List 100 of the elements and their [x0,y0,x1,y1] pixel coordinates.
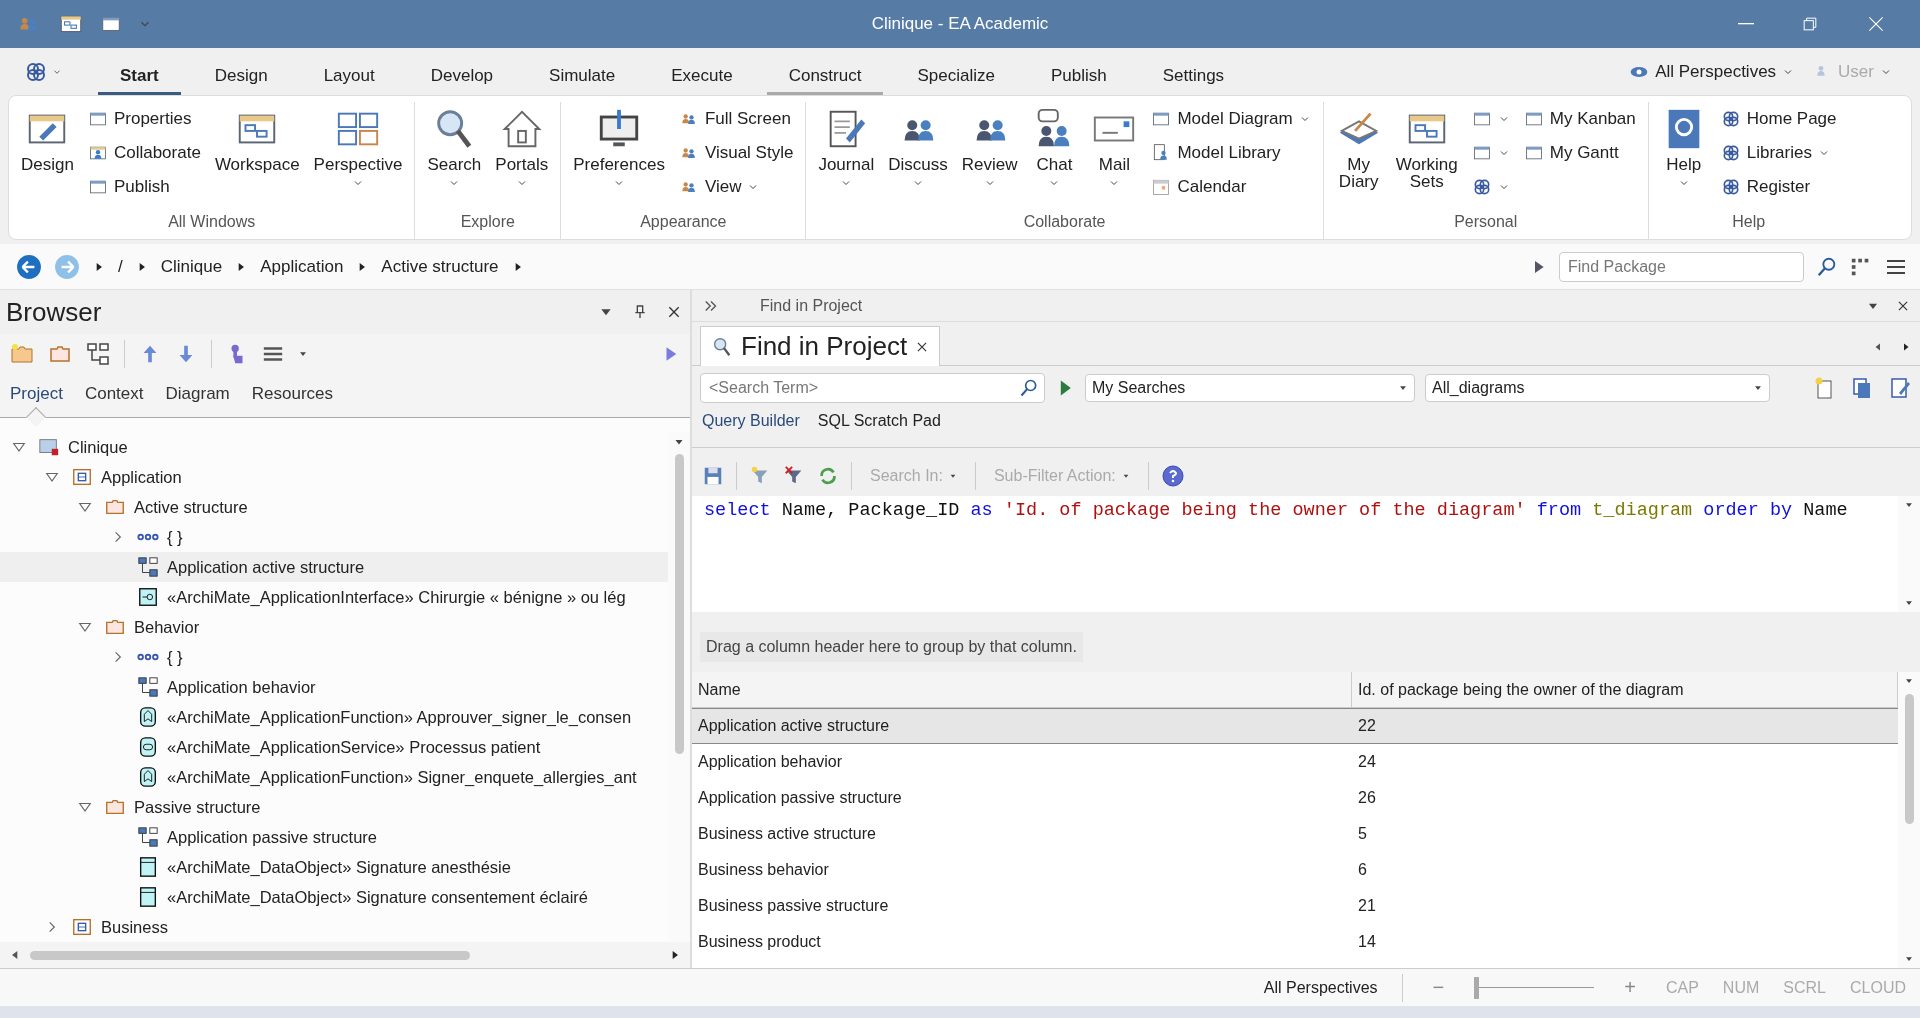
column-header[interactable]: Id. of package being the owner of the diagram [1352,672,1898,708]
ribbon-button[interactable]: Home Page [1716,104,1841,134]
group-label: Personal [1453,213,1519,232]
group-label: Help [1731,213,1767,232]
searches-dropdown[interactable]: My Searches [1085,374,1415,402]
tree-item-label: «ArchiMate_DataObject» Signature consentement éclairé [167,887,588,907]
query-dropdown[interactable]: All_diagrams [1425,374,1770,402]
tree-item-label: «ArchiMate_ApplicationInterface» Chirurgie « bénigne » ou lég [167,587,626,607]
ribbon-button[interactable]: Full Screen [674,104,798,134]
ribbon-button[interactable]: Calendar [1147,172,1315,202]
ribbon-tab[interactable]: Simulate [527,56,638,95]
ribbon-button[interactable]: Workspace [210,102,304,213]
browser-tab[interactable]: Diagram [165,378,230,410]
tree-item-label: «ArchiMate_ApplicationService» Processus patient [167,737,541,757]
tree-item-label: Application passive structure [167,827,378,847]
tree-row[interactable]: Application [0,462,668,492]
group-label: All Windows [167,213,257,232]
tree-item-label: { } [167,527,183,547]
tree-row[interactable]: Active structure [0,492,668,522]
tree-row[interactable]: «ArchiMate_ApplicationService» Processus patient [0,732,668,762]
tree-row[interactable]: { } [0,522,668,552]
table-cell-text: Business product [697,932,822,952]
document-tab[interactable]: Find in Project [700,326,941,366]
tab-title: Find in Project [741,331,908,362]
ribbon-button[interactable]: Libraries [1716,138,1841,168]
ribbon-button[interactable]: Search [423,102,486,213]
ribbon-button[interactable]: Publish [83,172,205,202]
ribbon-button[interactable]: Perspective [309,102,407,213]
search-field[interactable]: <Search Term> [700,373,1045,403]
tree-row[interactable]: Clinique [0,432,668,462]
ribbon-button[interactable]: Working Sets [1391,102,1462,213]
ribbon-button[interactable]: Collaborate [83,138,205,168]
ribbon-tab[interactable]: Design [192,56,290,95]
table-cell-text: 26 [1357,788,1377,808]
tree-row[interactable]: «ArchiMate_DataObject» Signature consentement éclairé [0,882,668,912]
tree-item-label: Behavior [134,617,200,637]
table-cell-text: 5 [1357,824,1368,844]
table-cell-text: Business behavior [697,860,830,880]
tree-row[interactable]: «ArchiMate_ApplicationInterface» Chirurgie « bénigne » ou lég [0,582,668,612]
ribbon-button[interactable]: Chat [1027,102,1082,213]
tree-row[interactable]: Application passive structure [0,822,668,852]
ribbon-button[interactable]: Portals [491,102,553,213]
table-cell: 22 [1352,708,1898,744]
ribbon-button[interactable]: My Gantt [1519,138,1640,168]
ribbon-tab[interactable]: Construct [766,56,884,95]
ribbon-button[interactable]: Mail [1087,102,1142,213]
browser-tab[interactable]: Context [84,378,144,410]
tree-item-label: Clinique [68,437,128,457]
tree-row[interactable]: { } [0,642,668,672]
query-tab[interactable]: Query Builder [702,406,800,436]
ribbon-button[interactable]: Properties [83,104,205,134]
ribbon-tab[interactable]: Settings [1140,56,1247,95]
query-tab[interactable]: SQL Scratch Pad [817,406,941,436]
ribbon-tab[interactable]: Layout [301,56,397,95]
ribbon-tab[interactable]: Execute [649,56,755,95]
ribbon-button[interactable]: Visual Style [674,138,798,168]
ribbon-tab[interactable]: Publish [1028,56,1129,95]
ribbon-button[interactable]: Model Diagram [1147,104,1315,134]
ribbon-tab[interactable]: Specialize [895,56,1017,95]
tree-row[interactable]: Behavior [0,612,668,642]
ribbon-tab[interactable]: Start [98,56,181,95]
tree-row[interactable]: «ArchiMate_ApplicationFunction» Approuver_signer_le_consen [0,702,668,732]
tree-item-label: Application [101,467,182,487]
ribbon-tab[interactable]: Develop [408,56,516,95]
ribbon-button[interactable]: Register [1716,172,1841,202]
perspective-menu[interactable]: All Perspectives [1625,61,1799,82]
column-header[interactable]: Name [692,672,1352,708]
ribbon-button[interactable]: Discuss [884,102,952,213]
find-package-field[interactable]: Find Package [1559,251,1804,282]
breadcrumb-link[interactable]: Clinique [160,256,223,277]
ribbon-button[interactable]: My Kanban [1519,104,1640,134]
tree-row[interactable]: «ArchiMate_ApplicationFunction» Signer_enquete_allergies_ant [0,762,668,792]
ribbon-button[interactable]: Review [957,102,1022,213]
group-label: Collaborate [1022,213,1107,232]
tree-item-label: Active structure [134,497,248,517]
ribbon-button[interactable]: Design [17,102,78,213]
breadcrumb-link[interactable]: / [118,256,123,277]
status-indicator: CAP [1665,978,1699,997]
browser-tab[interactable]: Project [10,378,63,410]
breadcrumb-link[interactable]: Active structure [381,256,499,277]
ribbon-button[interactable]: View [674,172,798,202]
status-indicator: CLOUD [1850,978,1906,997]
tree-row[interactable]: Business [0,912,668,942]
ribbon-button[interactable]: My Diary [1331,102,1386,213]
table-cell-text: Application passive structure [697,788,903,808]
tree-item-label: Application behavior [167,677,316,697]
tree-row[interactable]: Application behavior [0,672,668,702]
ribbon-button[interactable]: Help [1656,102,1711,213]
tree-row[interactable]: Passive structure [0,792,668,822]
ribbon-button[interactable]: Journal [814,102,879,213]
table-cell-text: 14 [1357,932,1377,952]
panel-title: Find in Project [760,296,863,315]
browser-tab[interactable]: Resources [251,378,334,410]
table-cell: Application active structure [692,708,1352,744]
tree-row[interactable]: Application active structure [0,552,668,582]
tree-item-label: «ArchiMate_DataObject» Signature anesthésie [167,857,511,877]
tree-row[interactable]: «ArchiMate_DataObject» Signature anesthésie [0,852,668,882]
ribbon-button[interactable]: Preferences [569,102,669,213]
ribbon-button[interactable]: Model Library [1147,138,1315,168]
breadcrumb-link[interactable]: Application [260,256,344,277]
